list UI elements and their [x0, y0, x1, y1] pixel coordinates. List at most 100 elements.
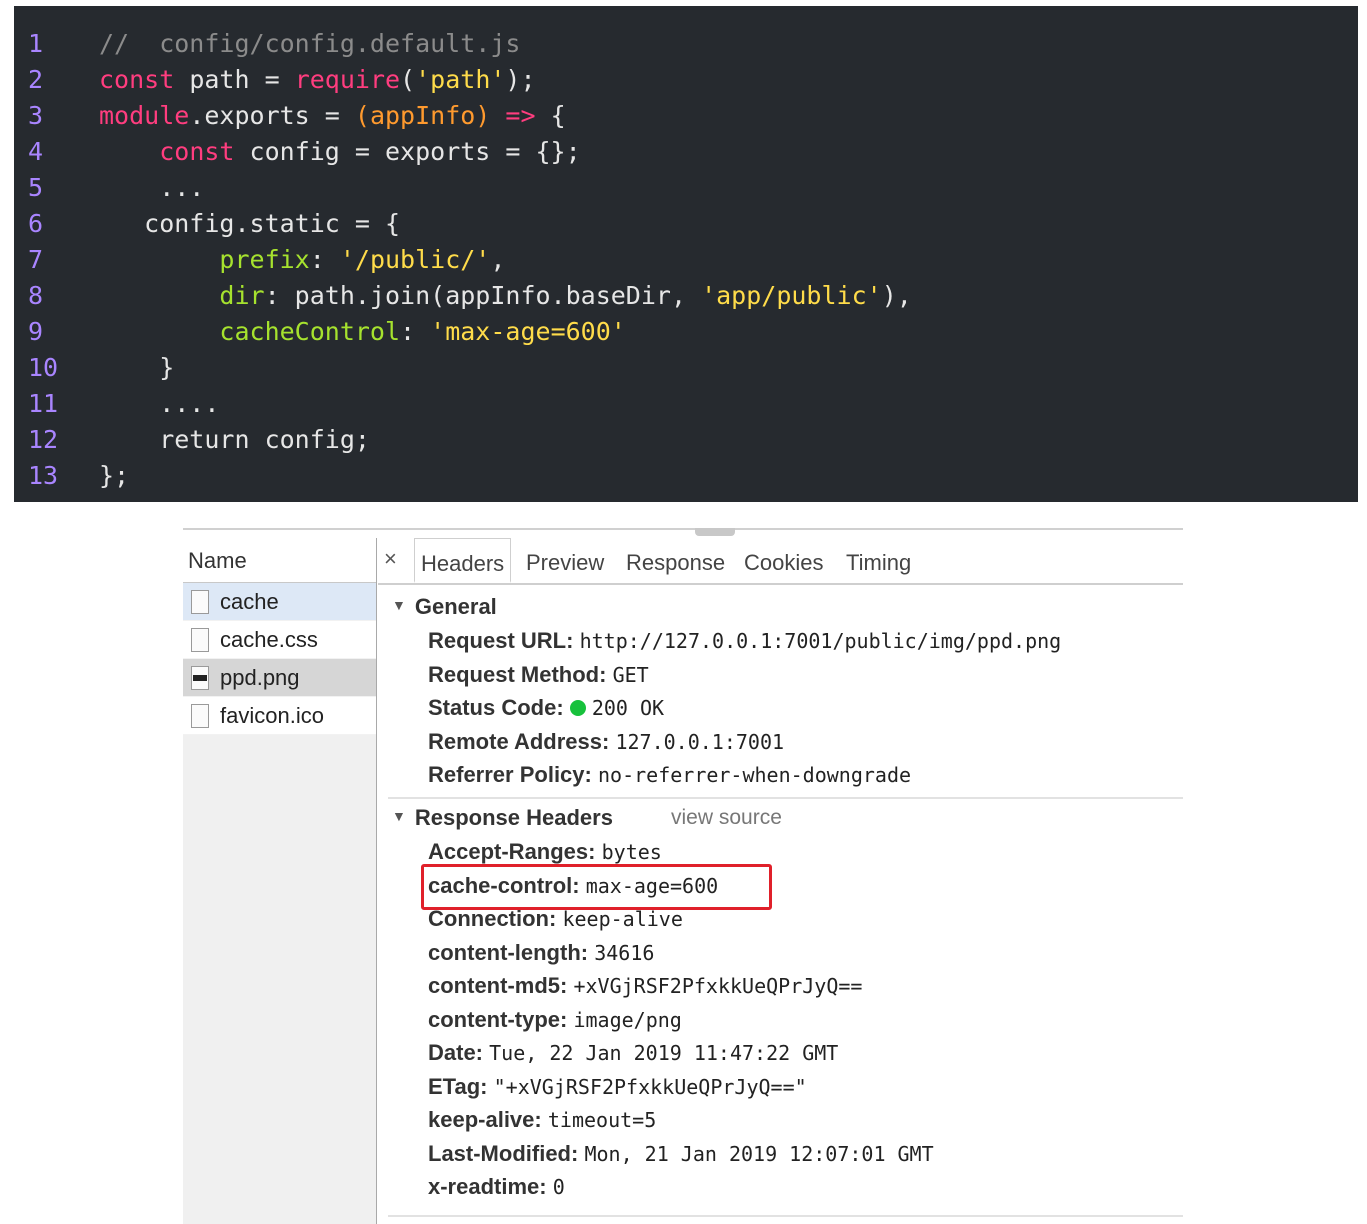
code-token: : — [309, 245, 340, 274]
file-icon — [191, 590, 209, 614]
header-row: Last-Modified: Mon, 21 Jan 2019 12:07:01… — [428, 1139, 934, 1169]
image-file-icon — [191, 666, 209, 690]
code-token: : — [400, 317, 431, 346]
header-row: content-md5: +xVGjRSF2PfxkkUeQPrJyQ== — [428, 971, 862, 1001]
header-key: Request Method: — [428, 661, 607, 687]
header-key: x-readtime: — [428, 1174, 547, 1199]
header-key: Accept-Ranges: — [428, 839, 596, 864]
file-row-cache[interactable]: cache — [183, 583, 376, 621]
code-token: // config/config.default.js — [99, 29, 521, 58]
code-line: 9 cacheControl: 'max-age=600' — [14, 314, 1358, 350]
code-text: ... — [99, 170, 204, 206]
tab-timing[interactable]: Timing — [846, 538, 911, 583]
code-token: require — [294, 65, 401, 94]
cache-control-highlight — [421, 864, 772, 910]
detail-tabs: × Headers Preview Response Cookies Timin… — [378, 538, 1183, 585]
code-text: dir: path.join(appInfo.baseDir, 'app/pub… — [99, 278, 911, 314]
file-name: favicon.ico — [220, 703, 324, 728]
header-key: Last-Modified: — [428, 1140, 579, 1166]
line-number: 7 — [28, 245, 44, 274]
code-token: ); — [505, 65, 536, 94]
code-line: 10 } — [14, 350, 1358, 386]
code-line: 13}; — [14, 458, 1358, 494]
header-row: ETag: "+xVGjRSF2PfxkkUeQPrJyQ==" — [428, 1072, 807, 1102]
code-line: 2 const path = require('path'); — [14, 62, 1358, 98]
header-key: Date: — [428, 1040, 484, 1065]
header-key: content-md5: — [428, 973, 568, 998]
code-text: .... — [99, 386, 219, 422]
header-row: content-length: 34616 — [428, 938, 654, 968]
request-detail-panel: × Headers Preview Response Cookies Timin… — [378, 538, 1183, 1224]
code-token: 'app/public' — [701, 281, 882, 310]
code-token: , — [490, 245, 506, 274]
line-number: 6 — [28, 209, 44, 238]
line-number: 8 — [28, 281, 44, 310]
tab-preview[interactable]: Preview — [526, 538, 604, 583]
header-key: ETag: — [428, 1073, 488, 1099]
header-key: content-type: — [428, 1006, 568, 1032]
code-token: => — [505, 101, 536, 130]
tab-response[interactable]: Response — [626, 538, 725, 583]
code-line: 5 ... — [14, 170, 1358, 206]
code-line: 8 dir: path.join(appInfo.baseDir, 'app/p… — [14, 278, 1358, 314]
file-name: cache.css — [220, 627, 318, 652]
resize-handle[interactable] — [695, 528, 735, 536]
code-token: return config; — [99, 425, 370, 454]
header-value: 0 — [552, 1175, 565, 1199]
code-token: (appInfo) — [354, 101, 491, 130]
code-text: return config; — [99, 422, 370, 458]
tab-cookies[interactable]: Cookies — [744, 538, 823, 583]
code-token: const — [99, 65, 175, 94]
code-text: prefix: '/public/', — [99, 242, 505, 278]
code-text: } — [99, 350, 174, 386]
header-value: 127.0.0.1:7001 — [615, 729, 785, 754]
code-text: // config/config.default.js — [99, 26, 520, 62]
header-row: x-readtime: 0 — [428, 1172, 565, 1202]
expand-triangle-icon: ▼ — [392, 808, 406, 824]
general-section-toggle[interactable]: ▼ General — [392, 594, 497, 620]
code-token: config.static = { — [99, 209, 401, 238]
header-value: +xVGjRSF2PfxkkUeQPrJyQ== — [573, 974, 863, 998]
code-token: 'path' — [415, 65, 506, 94]
header-value: timeout=5 — [547, 1108, 657, 1132]
close-icon[interactable]: × — [384, 546, 397, 572]
code-line: 3 module.exports = (appInfo) => { — [14, 98, 1358, 134]
response-headers-title: Response Headers — [414, 805, 613, 830]
panel-resize-strip[interactable] — [183, 528, 1183, 536]
response-headers-toggle[interactable]: ▼ Response Headers — [392, 805, 613, 831]
code-line: 6 config.static = { — [14, 206, 1358, 242]
header-key: Status Code: — [428, 695, 564, 721]
code-text: cacheControl: 'max-age=600' — [99, 314, 625, 350]
header-row: Referrer Policy: no-referrer-when-downgr… — [428, 760, 911, 790]
line-number: 9 — [28, 317, 44, 346]
file-row-favicon-ico[interactable]: favicon.ico — [183, 697, 376, 735]
view-source-link[interactable]: view source — [671, 806, 782, 830]
code-text: }; — [99, 458, 129, 494]
header-key: Request URL: — [428, 628, 574, 653]
line-number: 1 — [28, 29, 44, 58]
line-number: 10 — [28, 353, 59, 382]
file-row-ppd-png[interactable]: ppd.png — [183, 659, 376, 697]
header-row: Remote Address: 127.0.0.1:7001 — [428, 727, 784, 757]
header-key: keep-alive: — [428, 1107, 542, 1132]
code-token: .exports = — [189, 101, 355, 130]
tab-headers[interactable]: Headers — [414, 538, 512, 583]
code-token: ... — [99, 173, 205, 202]
header-row: Request URL: http://127.0.0.1:7001/publi… — [428, 626, 1061, 656]
header-key: Referrer Policy: — [428, 762, 592, 788]
name-column-header[interactable]: Name — [183, 538, 376, 583]
line-number: 2 — [28, 65, 44, 94]
line-number: 3 — [28, 101, 44, 130]
file-row-cache-css[interactable]: cache.css — [183, 621, 376, 659]
expand-triangle-icon: ▼ — [392, 597, 406, 613]
line-number: 11 — [28, 389, 59, 418]
header-row: Status Code: 200 OK — [428, 693, 664, 723]
section-divider — [388, 797, 1183, 799]
code-token: : path.join(appInfo.baseDir, — [264, 281, 702, 310]
code-token: ( — [400, 65, 416, 94]
